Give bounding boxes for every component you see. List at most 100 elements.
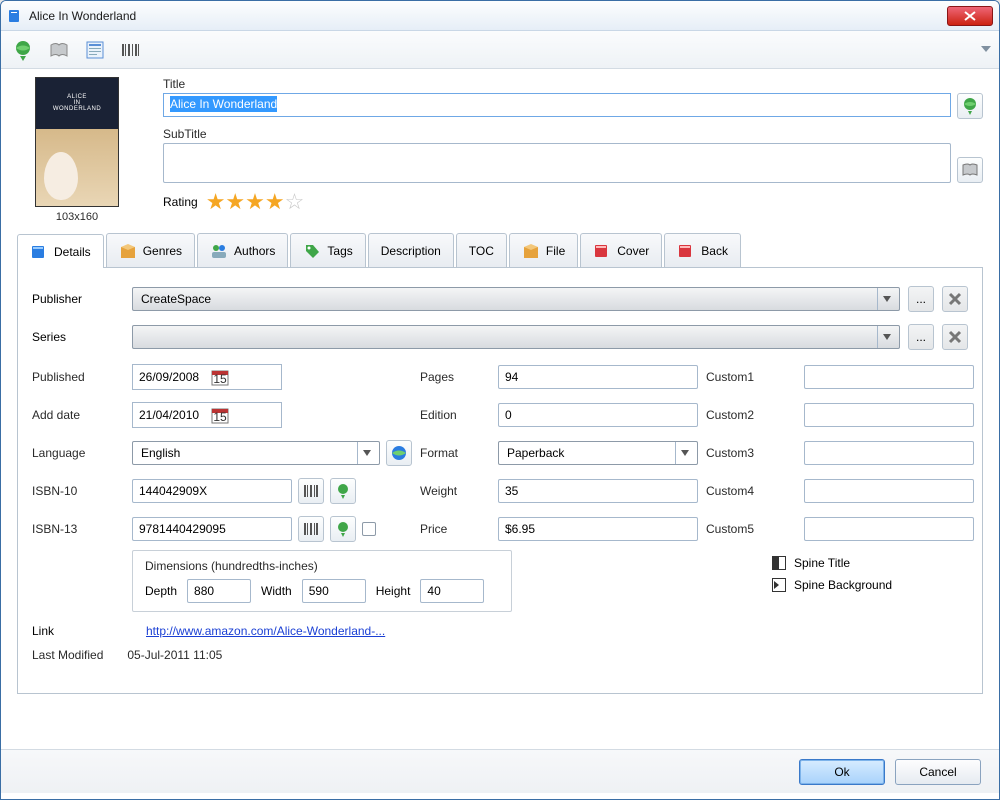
isbn10-barcode-button[interactable]: [298, 478, 324, 504]
x-icon: [948, 292, 962, 306]
close-button[interactable]: [947, 6, 993, 26]
pages-label: Pages: [420, 370, 490, 384]
custom4-input[interactable]: [804, 479, 974, 503]
book-red-icon: [677, 242, 695, 260]
edition-input[interactable]: [498, 403, 698, 427]
series-select[interactable]: [132, 325, 900, 349]
weight-input[interactable]: [498, 479, 698, 503]
content: 103x160 Title Alice In Wonderland SubTit…: [1, 69, 999, 749]
custom5-input[interactable]: [804, 517, 974, 541]
chevron-down-icon: [357, 442, 375, 464]
cover-column: 103x160: [17, 77, 137, 223]
toolbar-download-web[interactable]: [9, 36, 37, 64]
custom3-input[interactable]: [804, 441, 974, 465]
dimensions-group: Dimensions (hundredths-inches) Depth Wid…: [132, 550, 512, 612]
calendar-icon[interactable]: 15: [211, 368, 277, 386]
star-icon: ★: [245, 191, 265, 213]
toolbar-barcode[interactable]: [117, 36, 145, 64]
globe-icon: [390, 444, 408, 462]
isbn13-fetch-button[interactable]: [330, 516, 356, 542]
toolbar: [1, 31, 999, 69]
isbn13-label: ISBN-13: [32, 522, 124, 536]
publisher-browse-button[interactable]: ...: [908, 286, 934, 312]
format-select[interactable]: Paperback: [498, 441, 698, 465]
custom1-input[interactable]: [804, 365, 974, 389]
adddate-label: Add date: [32, 408, 124, 422]
height-label: Height: [376, 584, 411, 598]
series-browse-button[interactable]: ...: [908, 324, 934, 350]
close-icon: [964, 11, 976, 21]
custom5-label: Custom5: [706, 522, 796, 536]
custom4-label: Custom4: [706, 484, 796, 498]
subtitle-input[interactable]: [163, 143, 951, 183]
title-input[interactable]: Alice In Wonderland: [163, 93, 951, 117]
tab-authors[interactable]: Authors: [197, 233, 288, 267]
cancel-button[interactable]: Cancel: [895, 759, 981, 785]
rating-label: Rating: [163, 195, 198, 209]
depth-label: Depth: [145, 584, 177, 598]
spine-title-icon: [772, 556, 786, 570]
spine-background-row[interactable]: Spine Background: [772, 578, 892, 592]
tab-cover[interactable]: Cover: [580, 233, 662, 267]
title-label: Title: [163, 77, 983, 91]
star-empty-icon: ☆: [285, 191, 305, 213]
published-date-input[interactable]: 26/09/200815: [132, 364, 282, 390]
series-clear-button[interactable]: [942, 324, 968, 350]
tab-description[interactable]: Description: [368, 233, 454, 267]
width-label: Width: [261, 584, 292, 598]
isbn13-checkbox[interactable]: [362, 522, 376, 536]
rating-stars[interactable]: ★ ★ ★ ★ ☆: [206, 191, 305, 213]
star-icon: ★: [265, 191, 285, 213]
toolbar-scan-book[interactable]: [45, 36, 73, 64]
tab-genres[interactable]: Genres: [106, 233, 195, 267]
footer: Ok Cancel: [1, 749, 999, 793]
publisher-select[interactable]: CreateSpace: [132, 287, 900, 311]
star-icon: ★: [225, 191, 245, 213]
isbn13-barcode-button[interactable]: [298, 516, 324, 542]
svg-text:15: 15: [213, 372, 227, 386]
star-icon: ★: [206, 191, 226, 213]
title-fetch-button[interactable]: [957, 93, 983, 119]
height-input[interactable]: [420, 579, 484, 603]
barcode-icon: [303, 522, 319, 536]
format-label: Format: [420, 446, 490, 460]
tab-back[interactable]: Back: [664, 233, 741, 267]
box-icon: [119, 242, 137, 260]
subtitle-book-button[interactable]: [957, 157, 983, 183]
tab-tags[interactable]: Tags: [290, 233, 365, 267]
publisher-clear-button[interactable]: [942, 286, 968, 312]
link-label: Link: [32, 624, 116, 638]
tag-icon: [303, 242, 321, 260]
tab-toc[interactable]: TOC: [456, 233, 507, 267]
custom2-label: Custom2: [706, 408, 796, 422]
adddate-input[interactable]: 21/04/201015: [132, 402, 282, 428]
isbn10-fetch-button[interactable]: [330, 478, 356, 504]
people-icon: [210, 242, 228, 260]
titlebar: Alice In Wonderland: [1, 1, 999, 31]
spine-title-row[interactable]: Spine Title: [772, 556, 892, 570]
dimensions-label: Dimensions (hundredths-inches): [145, 559, 499, 573]
book-icon: [7, 8, 23, 24]
price-input[interactable]: [498, 517, 698, 541]
cover-thumbnail[interactable]: [35, 77, 119, 207]
language-select[interactable]: English: [132, 441, 380, 465]
tab-file[interactable]: File: [509, 233, 578, 267]
toolbar-dropdown-icon[interactable]: [981, 43, 991, 57]
custom2-input[interactable]: [804, 403, 974, 427]
calendar-icon[interactable]: 15: [211, 406, 277, 424]
ok-button[interactable]: Ok: [799, 759, 885, 785]
spine-bg-icon: [772, 578, 786, 592]
width-input[interactable]: [302, 579, 366, 603]
pages-input[interactable]: [498, 365, 698, 389]
barcode-icon: [303, 484, 319, 498]
toolbar-form[interactable]: [81, 36, 109, 64]
lastmod-value: 05-Jul-2011 11:05: [127, 648, 222, 662]
isbn10-input[interactable]: [132, 479, 292, 503]
isbn13-input[interactable]: [132, 517, 292, 541]
language-globe-button[interactable]: [386, 440, 412, 466]
tab-details[interactable]: Details: [17, 234, 104, 268]
globe-down-icon: [335, 521, 351, 537]
depth-input[interactable]: [187, 579, 251, 603]
book-red-icon: [593, 242, 611, 260]
link-url[interactable]: http://www.amazon.com/Alice-Wonderland-.…: [146, 624, 385, 638]
